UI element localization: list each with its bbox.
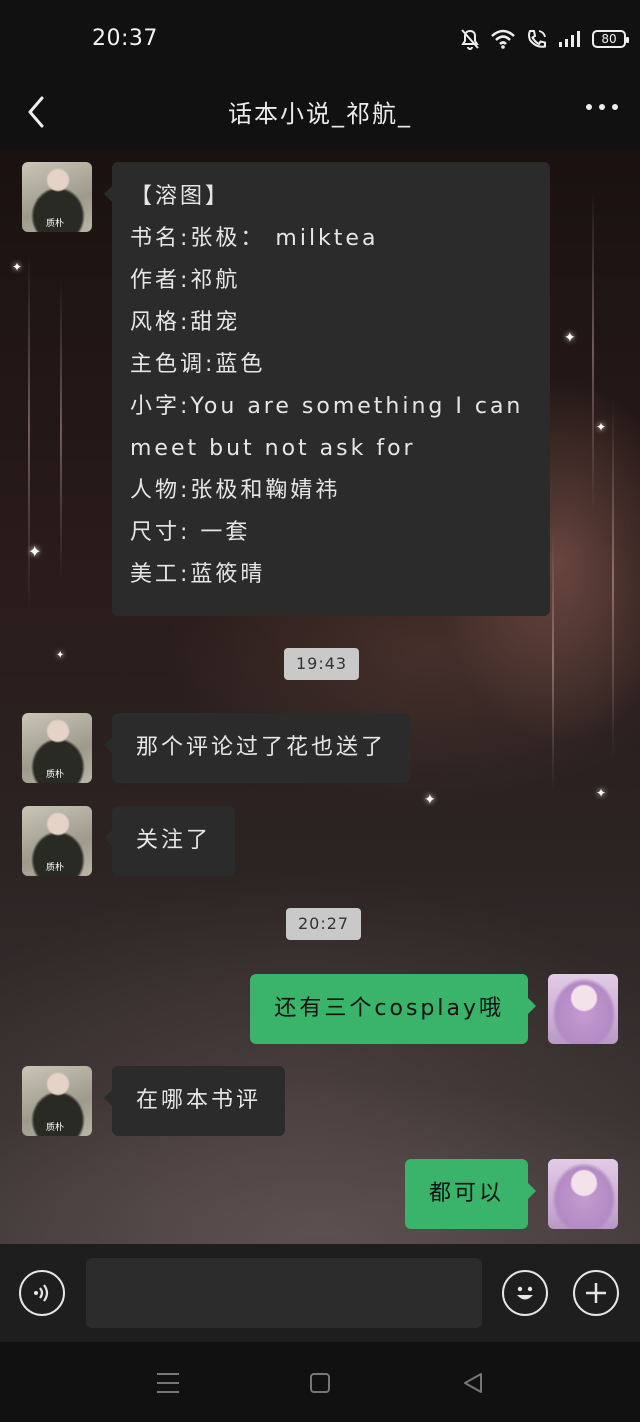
message-bubble-incoming[interactable]: 那个评论过了花也送了 <box>103 713 411 783</box>
system-navigation-bar <box>0 1342 640 1422</box>
background-light-streak <box>592 190 594 510</box>
message-bubble-incoming[interactable]: 在哪本书评 <box>103 1066 286 1136</box>
input-bar <box>0 1244 640 1342</box>
call-icon <box>528 30 546 48</box>
star-decoration: ✦ <box>596 420 607 434</box>
chat-header: 话本小说_祁航_ <box>0 80 640 150</box>
message-line: 【溶图】 <box>130 184 231 209</box>
timestamp: 20:27 <box>286 908 362 940</box>
plus-sign-icon <box>586 1283 606 1303</box>
menu-icon[interactable] <box>156 1372 180 1394</box>
message-line: 小字:You are something I can <box>130 394 524 419</box>
avatar-self[interactable] <box>548 974 618 1044</box>
background-light-streak <box>612 400 614 760</box>
battery-level: 80 <box>601 32 617 46</box>
message-line: 主色调:蓝色 <box>130 352 266 377</box>
message-line: meet but not ask for <box>130 436 416 461</box>
timestamp: 19:43 <box>284 648 360 680</box>
message-line: 尺寸: 一套 <box>130 520 251 545</box>
mute-icon <box>461 29 479 50</box>
background-light-streak <box>60 280 62 580</box>
smiley-face-icon <box>517 1286 533 1300</box>
status-time: 20:37 <box>92 26 158 51</box>
voice-waves-icon <box>34 1284 49 1302</box>
message-line: 书名:张极： milktea <box>130 226 379 251</box>
message-line: 作者:祁航 <box>130 268 241 293</box>
status-bar: 20:37 80 <box>0 0 640 80</box>
message-bubble-outgoing[interactable]: 都可以 <box>404 1159 537 1229</box>
avatar[interactable]: 质朴 <box>22 713 92 783</box>
voice-icon[interactable] <box>19 1270 65 1316</box>
status-icons: 80 <box>460 28 629 50</box>
star-decoration: ✦ <box>424 792 436 808</box>
message-bubble-outgoing[interactable]: 还有三个cosplay哦 <box>250 974 536 1044</box>
avatar-label: 质朴 <box>46 219 65 229</box>
star-decoration: ✦ <box>564 330 576 346</box>
star-decoration: ✦ <box>596 786 607 800</box>
message-line: 风格:甜宠 <box>130 310 241 335</box>
avatar-label: 质朴 <box>46 770 65 780</box>
star-decoration: ✦ <box>56 650 65 661</box>
chat-area[interactable]: ✦ ✦ ✦ ✦ ✦ ✦ ✦ 质朴 【溶图】 书名:张极： milktea 作者:… <box>0 150 640 1244</box>
signal-icon <box>559 31 580 47</box>
more-dots-icon[interactable] <box>586 104 618 110</box>
star-decoration: ✦ <box>28 542 42 561</box>
back-triangle-icon[interactable] <box>462 1372 484 1394</box>
message-bubble-incoming[interactable]: 【溶图】 书名:张极： milktea 作者:祁航 风格:甜宠 主色调:蓝色 小… <box>104 162 550 616</box>
avatar[interactable]: 质朴 <box>22 1066 92 1136</box>
avatar[interactable]: 质朴 <box>22 162 92 232</box>
page-title: 话本小说_祁航_ <box>228 100 412 128</box>
battery-icon: 80 <box>592 30 629 48</box>
star-decoration: ✦ <box>12 260 23 274</box>
plus-icon[interactable] <box>573 1270 619 1316</box>
message-line: 美工:蓝筱晴 <box>130 562 266 587</box>
avatar-self[interactable] <box>548 1159 618 1229</box>
avatar-label: 质朴 <box>46 863 65 873</box>
message-bubble-incoming[interactable]: 关注了 <box>103 806 236 876</box>
wifi-icon <box>491 29 515 49</box>
message-line: 人物:张极和鞠婧祎 <box>130 478 341 503</box>
background-light-streak <box>552 530 554 790</box>
home-icon[interactable] <box>309 1372 331 1394</box>
emoji-icon[interactable] <box>502 1270 548 1316</box>
message-input[interactable] <box>86 1258 482 1328</box>
avatar-label: 质朴 <box>46 1123 65 1133</box>
avatar[interactable]: 质朴 <box>22 806 92 876</box>
